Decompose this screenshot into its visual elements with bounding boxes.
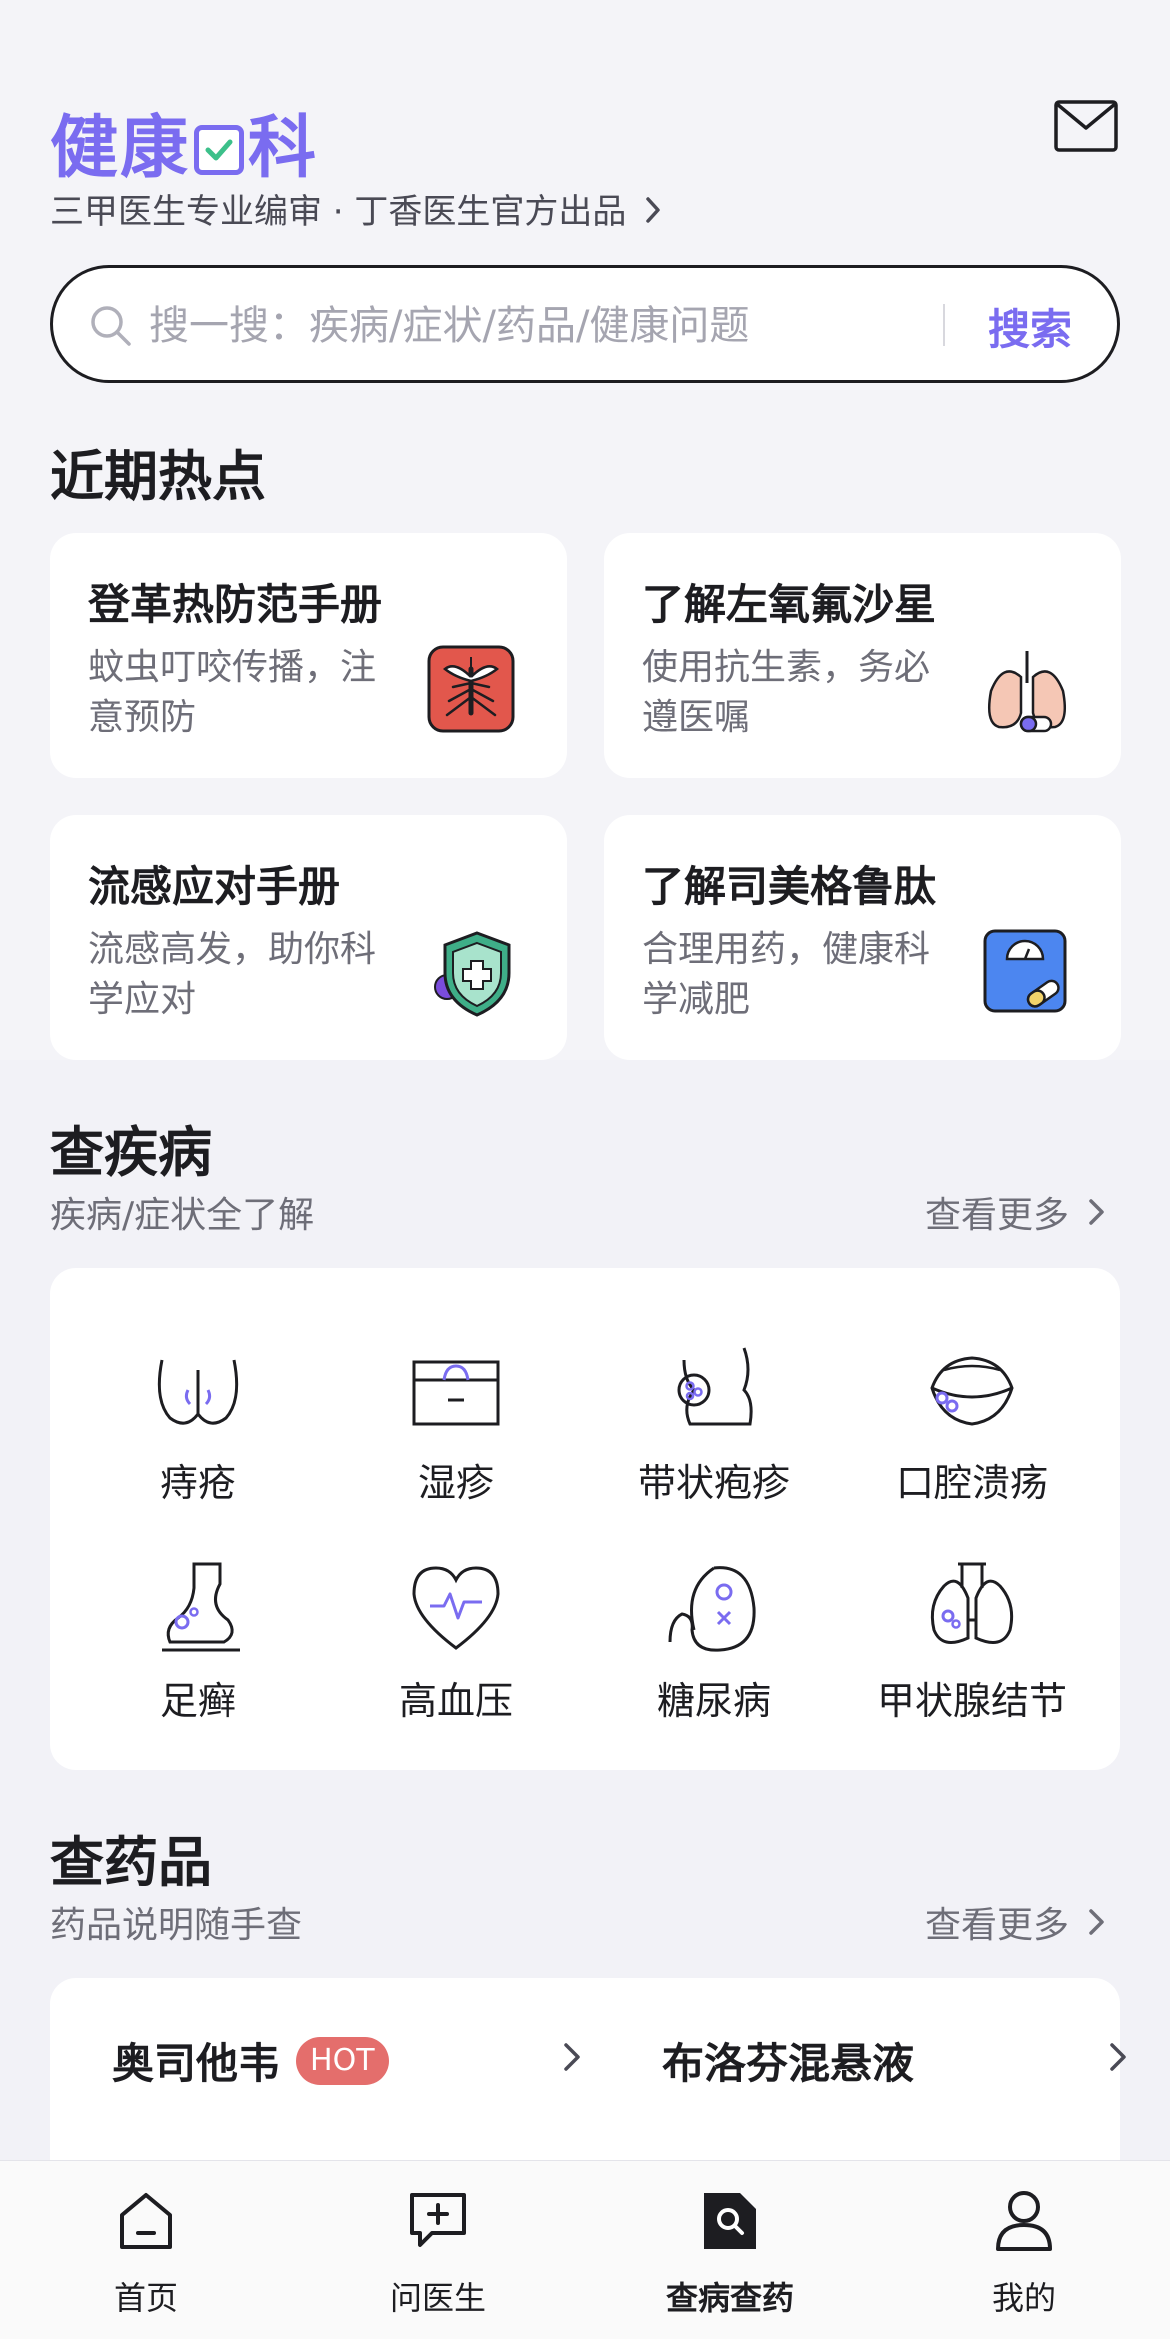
- mosquito-icon: [427, 645, 515, 733]
- header-subtitle-text: 三甲医生专业编审 · 丁香医生官方出品: [50, 192, 627, 232]
- chevron-right-icon: [564, 2043, 580, 2071]
- page-title: 健康科: [50, 92, 318, 191]
- search-divider: [943, 304, 945, 346]
- search-input[interactable]: [147, 292, 971, 360]
- title-text-end: 科: [248, 109, 319, 188]
- disease-item-thyroid-nodule[interactable]: 甲状腺结节: [842, 1558, 1102, 1758]
- checkbox-icon: [194, 125, 245, 175]
- lungs-icon: [988, 651, 1066, 733]
- disease-item-hemorrhoids[interactable]: 痔疮: [68, 1340, 328, 1540]
- tab-search-disease-drug[interactable]: 查病查药: [630, 2189, 830, 2319]
- hot-card-title: 了解司美格鲁肽: [642, 862, 937, 911]
- disease-label: 湿疹: [417, 1461, 494, 1505]
- tab-me[interactable]: 我的: [924, 2189, 1124, 2319]
- bottom-tab-bar: 首页 问医生 查病查药 我的: [0, 2160, 1170, 2339]
- disease-item-hypertension[interactable]: 高血压: [326, 1558, 586, 1758]
- disease-label: 口腔溃疡: [895, 1461, 1048, 1505]
- hot-card-levofloxacin[interactable]: 了解左氧氟沙星 使用抗生素，务必遵医嘱: [604, 533, 1121, 778]
- disease-label: 足癣: [159, 1679, 236, 1723]
- drug-name: 布洛芬混悬液: [662, 2039, 915, 2088]
- search-doc-icon: [704, 2193, 756, 2249]
- chat-plus-icon: [410, 2193, 466, 2247]
- hot-card-dengue[interactable]: 登革热防范手册 蚊虫叮咬传播，注意预防: [50, 533, 567, 778]
- mouth-icon: [930, 1356, 1014, 1426]
- hot-card-desc: 流感高发，助你科学应对: [88, 929, 377, 1020]
- disease-label: 痔疮: [159, 1461, 236, 1505]
- drug-item-oseltamivir[interactable]: 奥司他韦 HOT: [112, 2030, 582, 2106]
- disease-item-shingles[interactable]: 带状疱疹: [584, 1340, 844, 1540]
- more-link-text: 查看更多: [925, 1195, 1070, 1236]
- hot-card-desc: 蚊虫叮咬传播，注意预防: [88, 647, 377, 738]
- heart-icon: [412, 1566, 500, 1650]
- search-bar: 搜索: [50, 265, 1120, 383]
- chevron-right-icon: [1089, 1909, 1104, 1935]
- tab-label: 首页: [113, 2279, 178, 2317]
- hot-card-title: 了解左氧氟沙星: [642, 580, 937, 629]
- mail-icon: [1054, 100, 1118, 152]
- disease-item-diabetes[interactable]: 糖尿病: [584, 1558, 844, 1758]
- disease-item-mouth-ulcer[interactable]: 口腔溃疡: [842, 1340, 1102, 1540]
- tab-label: 我的: [991, 2279, 1056, 2317]
- hot-card-flu[interactable]: 流感应对手册 流感高发，助你科学应对: [50, 815, 567, 1060]
- tab-label: 查病查药: [665, 2279, 794, 2317]
- chevron-right-icon: [1089, 1199, 1104, 1225]
- tab-home[interactable]: 首页: [46, 2189, 246, 2319]
- person-icon: [996, 2191, 1052, 2251]
- disease-item-athletes-foot[interactable]: 足癣: [68, 1558, 328, 1758]
- kidney-icon: [668, 1566, 756, 1652]
- buttocks-icon: [157, 1359, 239, 1425]
- hot-card-desc: 使用抗生素，务必遵医嘱: [642, 647, 931, 738]
- torso-icon: [677, 1347, 753, 1426]
- hot-card-title: 流感应对手册: [88, 862, 341, 911]
- skin-icon: [412, 1360, 500, 1426]
- drug-more-link[interactable]: 查看更多: [925, 1896, 1107, 1948]
- disease-section-subtitle: 疾病/症状全了解: [50, 1195, 315, 1236]
- disease-label: 甲状腺结节: [876, 1679, 1067, 1723]
- thyroid-icon: [930, 1562, 1014, 1644]
- hot-card-title: 登革热防范手册: [88, 580, 383, 629]
- home-icon: [120, 2193, 172, 2249]
- disease-section-title: 查疾病: [50, 1121, 212, 1184]
- disease-more-link[interactable]: 查看更多: [925, 1186, 1107, 1238]
- tab-label: 问医生: [389, 2279, 486, 2317]
- search-icon: [91, 306, 131, 346]
- scale-icon: [983, 929, 1067, 1013]
- drug-item-ibuprofen-suspension[interactable]: 布洛芬混悬液: [662, 2030, 1132, 2106]
- title-text-start: 健康: [50, 109, 191, 188]
- drug-section-title: 查药品: [50, 1831, 212, 1894]
- foot-icon: [162, 1562, 240, 1652]
- hot-badge: HOT: [296, 2036, 389, 2085]
- more-link-text: 查看更多: [925, 1905, 1070, 1946]
- chevron-right-icon: [646, 197, 660, 223]
- tab-ask-doctor[interactable]: 问医生: [338, 2189, 538, 2319]
- disease-grid: 痔疮 湿疹 带状疱疹 口腔溃疡 足癣 高血压 糖尿病 甲状腺结节: [50, 1268, 1120, 1770]
- hot-card-semaglutide[interactable]: 了解司美格鲁肽 合理用药，健康科学减肥: [604, 815, 1121, 1060]
- disease-label: 糖尿病: [656, 1679, 771, 1723]
- shield-icon: [434, 931, 511, 1017]
- hot-section-title: 近期热点: [50, 445, 266, 508]
- search-button[interactable]: 搜索: [988, 296, 1072, 357]
- drug-name: 奥司他韦: [112, 2039, 281, 2088]
- disease-label: 带状疱疹: [637, 1461, 790, 1505]
- mail-button[interactable]: [1054, 100, 1118, 152]
- drug-section-subtitle: 药品说明随手查: [50, 1905, 303, 1946]
- chevron-right-icon: [1110, 2043, 1126, 2071]
- hot-card-desc: 合理用药，健康科学减肥: [642, 929, 931, 1020]
- disease-label: 高血压: [398, 1679, 513, 1723]
- disease-item-eczema[interactable]: 湿疹: [326, 1340, 586, 1540]
- header-subtitle-link[interactable]: 三甲医生专业编审 · 丁香医生官方出品: [50, 184, 665, 233]
